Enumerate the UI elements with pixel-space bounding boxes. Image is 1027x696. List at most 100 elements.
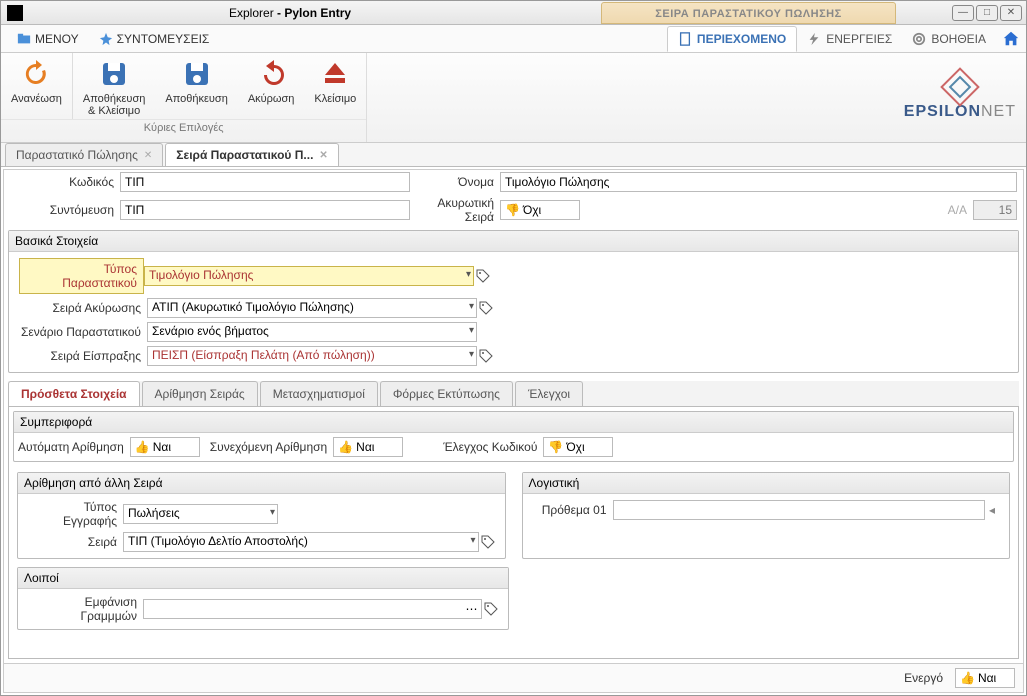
cancelseries-toggle[interactable]: 👎 Όχι: [500, 200, 580, 220]
chevron-down-icon: ▾: [270, 507, 275, 518]
doc-tab-series-label: Σειρά Παραστατικού Π...: [176, 148, 313, 162]
behaviour-title: Συμπεριφορά: [14, 412, 1013, 433]
subtab-extra[interactable]: Πρόσθετα Στοιχεία: [8, 381, 140, 406]
ribbon-tab-help[interactable]: ΒΟΗΘΕΙΑ: [902, 27, 996, 51]
accounting-title: Λογιστική: [523, 473, 1010, 494]
title-explorer: Explorer: [229, 6, 274, 20]
subtab-checks[interactable]: Έλεγχοι: [515, 381, 583, 406]
contnum-toggle[interactable]: 👍Ναι: [333, 437, 403, 457]
subtab-transform[interactable]: Μετασχηματισμοί: [260, 381, 378, 406]
lines-label: Εμφάνιση Γραμμμών: [28, 595, 143, 623]
chevron-down-icon: ▾: [470, 535, 475, 546]
active-value: Ναι: [978, 671, 996, 685]
abbr-input[interactable]: [120, 200, 410, 220]
active-toggle[interactable]: 👍Ναι: [955, 668, 1015, 688]
ribbon-tab-actions[interactable]: ΕΝΕΡΓΕΙΕΣ: [797, 27, 902, 51]
basic-title: Βασικά Στοιχεία: [9, 231, 1018, 252]
undo-icon: [256, 59, 286, 89]
ribbon: Ανανέωση Αποθήκευση & Κλείσιμο Αποθήκευσ…: [1, 53, 1026, 143]
contnum-label: Συνεχόμενη Αρίθμηση: [210, 440, 333, 454]
bolt-icon: [807, 32, 821, 46]
collection-label: Σειρά Είσπραξης: [19, 349, 147, 363]
title-app: Pylon Entry: [284, 6, 351, 20]
active-label: Ενεργό: [904, 671, 949, 685]
sub-tabs: Πρόσθετα Στοιχεία Αρίθμηση Σειράς Μετασχ…: [8, 381, 1019, 407]
menu-shortcuts[interactable]: ΣΥΝΤΟΜΕΥΣΕΙΣ: [91, 28, 218, 50]
basic-section: Βασικά Στοιχεία Τύπος Παραστατικού Τιμολ…: [8, 230, 1019, 373]
app-window: Explorer - Pylon Entry ΣΕΙΡΑ ΠΑΡΑΣΤΑΤΙΚΟ…: [0, 0, 1027, 696]
rectype-combo[interactable]: Πωλήσεις▾: [123, 504, 278, 524]
pin-icon: [99, 32, 113, 46]
eject-icon: [320, 59, 350, 89]
menu-main[interactable]: ΜΕΝΟΥ: [9, 28, 87, 50]
behaviour-section: Συμπεριφορά Αυτόματη Αρίθμηση 👍Ναι Συνεχ…: [13, 411, 1014, 462]
contnum-value: Ναι: [356, 440, 374, 454]
doc-tab-sale[interactable]: Παραστατικό Πώλησης ✕: [5, 143, 163, 166]
tag-icon[interactable]: [481, 535, 495, 549]
cancelseries2-combo[interactable]: ΑΤΙΠ (Ακυρωτικό Τιμολόγιο Πώλησης)▾: [147, 298, 477, 318]
folder-icon: [17, 32, 31, 46]
cancelseries2-label: Σειρά Ακύρωσης: [19, 301, 147, 315]
autonum-toggle[interactable]: 👍Ναι: [130, 437, 200, 457]
menu-shortcuts-label: ΣΥΝΤΟΜΕΥΣΕΙΣ: [117, 32, 210, 46]
series-combo[interactable]: ΤΙΠ (Τιμολόγιο Δελτίο Αποστολής) ▾: [123, 532, 479, 552]
cancelseries-value: Όχι: [523, 203, 541, 217]
other-section: Λοιποί Εμφάνιση Γραμμμών ⋯: [17, 567, 509, 630]
ribbon-tab-actions-label: ΕΝΕΡΓΕΙΕΣ: [826, 32, 892, 46]
tag-icon[interactable]: [479, 349, 493, 363]
cancelseries-label: Ακυρωτική Σειρά: [410, 196, 500, 224]
menu-main-label: ΜΕΝΟΥ: [35, 32, 79, 46]
ribbon-tab-content[interactable]: ΠΕΡΙΕΧΟΜΕΝΟ: [667, 26, 797, 52]
doctype-combo[interactable]: Τιμολόγιο Πώλησης▾: [144, 266, 474, 286]
tag-icon[interactable]: [479, 301, 493, 315]
save-close-button[interactable]: Αποθήκευση & Κλείσιμο: [73, 53, 155, 119]
autonum-label: Αυτόματη Αρίθμηση: [18, 440, 130, 454]
refresh-icon: [21, 59, 51, 89]
save-label: Αποθήκευση: [165, 93, 227, 105]
document-icon: [678, 32, 692, 46]
home-icon[interactable]: [1002, 30, 1020, 48]
context-title: ΣΕΙΡΑ ΠΑΡΑΣΤΑΤΙΚΟΥ ΠΩΛΗΣΗΣ: [601, 2, 896, 24]
save-button[interactable]: Αποθήκευση: [155, 53, 237, 119]
lines-picker[interactable]: ⋯: [143, 599, 482, 619]
tag-icon[interactable]: [484, 602, 498, 616]
thumb-up-icon: 👍: [960, 671, 975, 685]
cancel-button[interactable]: Ακύρωση: [238, 53, 305, 119]
other-title: Λοιποί: [18, 568, 508, 589]
aa-label: A/A: [948, 203, 973, 217]
code-input[interactable]: [120, 172, 410, 192]
cancel-label: Ακύρωση: [248, 93, 295, 105]
codecheck-toggle[interactable]: 👎Όχι: [543, 437, 613, 457]
chevron-down-icon: ▾: [469, 349, 474, 360]
refresh-button[interactable]: Ανανέωση: [1, 53, 73, 119]
chevron-down-icon: ▾: [469, 301, 474, 312]
scenario-combo[interactable]: Σενάριο ενός βήματος▾: [147, 322, 477, 342]
minimize-button[interactable]: —: [952, 5, 974, 21]
series-label: Σειρά: [28, 535, 123, 549]
form-footer: Ενεργό 👍Ναι: [4, 663, 1023, 692]
name-input[interactable]: [500, 172, 1017, 192]
ribbon-tab-help-label: ΒΟΗΘΕΙΑ: [931, 32, 986, 46]
maximize-button[interactable]: □: [976, 5, 998, 21]
tag-icon[interactable]: [476, 269, 490, 283]
app-icon: [7, 5, 23, 21]
close-button[interactable]: Κλείσιμο: [304, 53, 366, 119]
accounting-section: Λογιστική Πρόθεμα 01 ◂: [522, 472, 1011, 559]
series-value: ΤΙΠ (Τιμολόγιο Δελτίο Αποστολής): [128, 534, 308, 548]
subtab-printforms[interactable]: Φόρμες Εκτύπωσης: [380, 381, 513, 406]
close-tab-icon[interactable]: ✕: [319, 150, 327, 161]
prefix-label: Πρόθεμα 01: [533, 503, 613, 517]
document-tabs: Παραστατικό Πώλησης ✕ Σειρά Παραστατικού…: [1, 143, 1026, 167]
subtab-numbering[interactable]: Αρίθμηση Σειράς: [142, 381, 258, 406]
doc-tab-series[interactable]: Σειρά Παραστατικού Π... ✕: [165, 143, 339, 166]
close-window-button[interactable]: ✕: [1000, 5, 1022, 21]
chevron-left-icon[interactable]: ◂: [985, 503, 999, 517]
name-label: Όνομα: [410, 175, 500, 189]
collection-combo[interactable]: ΠΕΙΣΠ (Είσπραξη Πελάτη (Από πώληση))▾: [147, 346, 477, 366]
save-icon: [182, 59, 212, 89]
close-tab-icon[interactable]: ✕: [144, 150, 152, 161]
abbr-label: Συντόμευση: [10, 203, 120, 217]
autonum-value: Ναι: [153, 440, 171, 454]
otherseries-section: Αρίθμηση από άλλη Σειρά Τύπος Εγγραφής Π…: [17, 472, 506, 559]
prefix-input[interactable]: [613, 500, 985, 520]
